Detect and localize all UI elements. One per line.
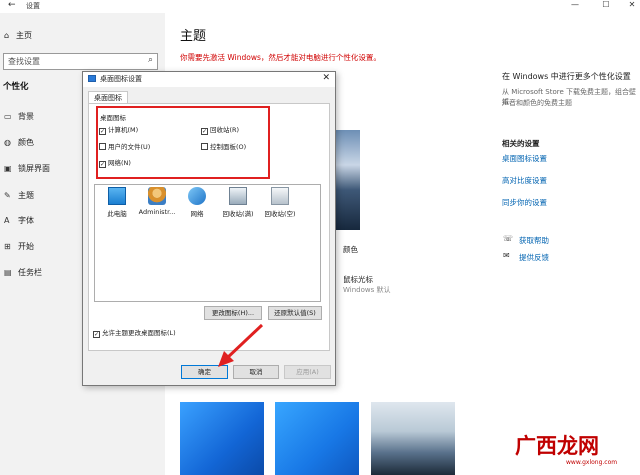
palette-icon: ◍ xyxy=(4,138,11,147)
color-label[interactable]: 颜色 xyxy=(343,244,358,255)
desktop-icon xyxy=(88,75,96,82)
high-contrast-link[interactable]: 高对比度设置 xyxy=(502,175,547,186)
font-icon: A xyxy=(4,216,10,225)
search-icon[interactable]: ⌕ xyxy=(148,55,153,65)
change-icon-button[interactable]: 更改图标(H)... xyxy=(204,306,262,320)
section-title: 个性化 xyxy=(3,82,29,92)
theme-thumbnail[interactable] xyxy=(180,402,264,475)
icon-this-pc[interactable]: 此电脑 xyxy=(97,187,137,218)
theme-thumbnail[interactable] xyxy=(371,402,455,475)
start-icon: ⊞ xyxy=(4,242,11,251)
sidebar-item-fonts[interactable]: A 字体 xyxy=(4,214,34,228)
sidebar-item-label: 任务栏 xyxy=(18,268,42,277)
checkbox-box[interactable]: ✓ xyxy=(93,331,100,338)
store-description: 声音和颜色的免费主题 xyxy=(502,99,572,107)
sidebar-item-colors[interactable]: ◍ 颜色 xyxy=(4,136,34,150)
sidebar-item-themes[interactable]: ✎ 主题 xyxy=(4,189,34,203)
desktop-icon-settings-link[interactable]: 桌面图标设置 xyxy=(502,153,547,164)
restore-default-button[interactable]: 还原默认值(S) xyxy=(268,306,322,320)
home-icon: ⌂ xyxy=(4,31,10,40)
sidebar-item-start[interactable]: ⊞ 开始 xyxy=(4,240,34,254)
back-arrow-icon[interactable]: ← xyxy=(8,0,16,10)
feedback-icon: ✉ xyxy=(503,251,510,260)
taskbar-icon: ▤ xyxy=(4,268,12,277)
computer-icon xyxy=(108,187,126,205)
sidebar-item-background[interactable]: ▭ 背景 xyxy=(4,110,34,124)
icon-label: 回收站(空) xyxy=(264,210,296,218)
icon-label: Administr... xyxy=(138,208,176,216)
watermark-url: www.gxlong.com xyxy=(566,459,618,466)
icon-network[interactable]: 网络 xyxy=(177,187,217,218)
home-label: 主页 xyxy=(16,31,32,40)
theme-preview xyxy=(334,130,360,230)
dialog-title: 桌面图标设置 xyxy=(100,75,142,83)
sidebar-item-label: 开始 xyxy=(18,242,34,251)
sidebar-item-label: 背景 xyxy=(18,112,34,121)
sidebar-item-lockscreen[interactable]: ▣ 锁屏界面 xyxy=(4,162,50,176)
search-placeholder: 查找设置 xyxy=(8,57,40,66)
sidebar-item-label: 主题 xyxy=(18,191,34,200)
settings-title-bar: ← 设置 — ☐ ✕ xyxy=(0,0,640,13)
icon-administrator[interactable]: Administr... xyxy=(137,187,177,216)
get-help-link[interactable]: 获取帮助 xyxy=(519,235,549,246)
help-icon: ☏ xyxy=(503,234,514,243)
related-settings-heading: 相关的设置 xyxy=(502,139,540,148)
minimize-icon[interactable]: — xyxy=(567,0,583,9)
cursor-value: Windows 默认 xyxy=(343,286,391,294)
highlight-annotation-box xyxy=(96,106,270,179)
user-folder-icon xyxy=(148,187,166,205)
allow-theme-change-checkbox[interactable]: ✓ 允许主题更改桌面图标(L) xyxy=(93,328,176,338)
maximize-icon[interactable]: ☐ xyxy=(598,0,614,9)
annotation-arrow-icon xyxy=(218,323,264,367)
icon-label: 回收站(满) xyxy=(222,210,254,218)
app-title: 设置 xyxy=(26,2,40,10)
feedback-link[interactable]: 提供反馈 xyxy=(519,252,549,263)
close-icon[interactable]: ✕ xyxy=(624,0,640,9)
search-input[interactable]: 查找设置 ⌕ xyxy=(3,53,158,70)
theme-icon: ✎ xyxy=(4,191,11,200)
store-heading: 在 Windows 中进行更多个性化设置 xyxy=(502,72,631,81)
theme-thumbnail[interactable] xyxy=(275,402,359,475)
page-title: 主题 xyxy=(180,29,207,44)
watermark-logo: 广西龙网 xyxy=(515,434,599,458)
picture-icon: ▭ xyxy=(4,112,12,121)
sidebar-item-label: 颜色 xyxy=(18,138,34,147)
icon-recycle-empty[interactable]: 回收站(空) xyxy=(260,187,300,218)
dialog-close-icon[interactable]: ✕ xyxy=(322,73,330,83)
dialog-title-bar: 桌面图标设置 ✕ xyxy=(83,72,335,87)
cursor-label[interactable]: 鼠标光标 xyxy=(343,274,373,285)
sync-settings-link[interactable]: 同步你的设置 xyxy=(502,197,547,208)
sidebar-item-label: 锁屏界面 xyxy=(18,164,50,173)
recycle-bin-full-icon xyxy=(229,187,247,205)
network-icon xyxy=(188,187,206,205)
sidebar-item-label: 字体 xyxy=(18,216,34,225)
activation-warning: 你需要先激活 Windows，然后才能对电脑进行个性化设置。 xyxy=(180,53,381,62)
icon-recycle-full[interactable]: 回收站(满) xyxy=(218,187,258,218)
checkbox-label: 允许主题更改桌面图标(L) xyxy=(102,329,176,337)
apply-button[interactable]: 应用(A) xyxy=(284,365,331,379)
recycle-bin-empty-icon xyxy=(271,187,289,205)
sidebar-item-taskbar[interactable]: ▤ 任务栏 xyxy=(4,266,42,280)
sidebar-home[interactable]: ⌂ 主页 xyxy=(4,30,32,41)
lockscreen-icon: ▣ xyxy=(4,164,12,173)
icon-label: 网络 xyxy=(190,210,204,218)
icon-label: 此电脑 xyxy=(107,210,127,218)
